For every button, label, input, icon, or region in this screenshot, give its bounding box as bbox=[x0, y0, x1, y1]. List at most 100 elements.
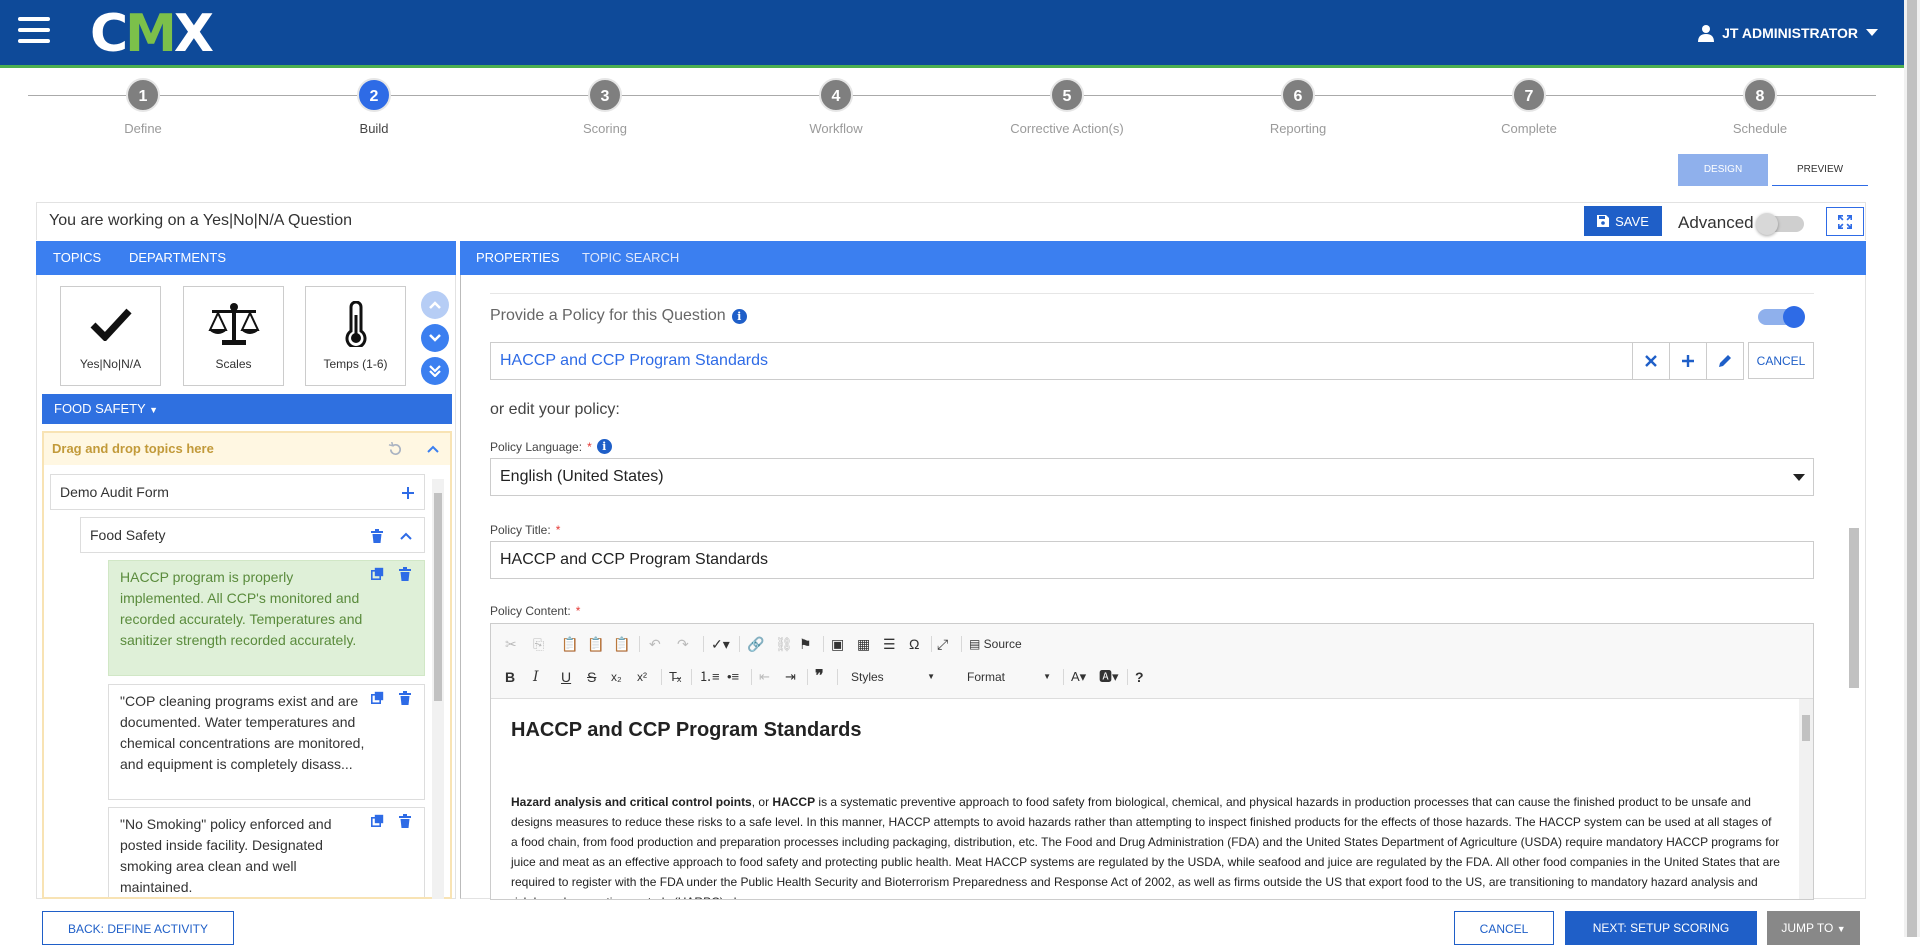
paste-icon[interactable]: 📋 bbox=[561, 634, 578, 654]
advanced-toggle[interactable] bbox=[1756, 213, 1804, 235]
unlink-icon[interactable]: ⛓ bbox=[775, 634, 793, 654]
format-dropdown[interactable]: Format ▼ bbox=[967, 667, 1057, 687]
policy-select-field[interactable]: HACCP and CCP Program Standards bbox=[490, 342, 1634, 380]
page-scrollbar[interactable] bbox=[1904, 0, 1920, 937]
topic-card-scales[interactable]: Scales bbox=[183, 286, 284, 386]
add-icon[interactable] bbox=[401, 486, 415, 500]
tree-section-node[interactable]: Food Safety bbox=[80, 517, 425, 553]
expand-icon[interactable] bbox=[1826, 207, 1864, 236]
subscript-icon[interactable]: x₂ bbox=[611, 667, 622, 687]
table-icon[interactable]: ▦ bbox=[857, 634, 870, 654]
preview-tab[interactable]: PREVIEW bbox=[1772, 154, 1868, 186]
anchor-flag-icon[interactable]: ⚑ bbox=[799, 634, 812, 654]
tab-departments[interactable]: DEPARTMENTS bbox=[129, 241, 226, 275]
outdent-icon[interactable]: ⇤ bbox=[759, 667, 770, 687]
italic-icon[interactable]: I bbox=[533, 667, 539, 687]
info-icon[interactable]: i bbox=[731, 308, 747, 324]
spellcheck-icon[interactable]: ✓▾ bbox=[711, 634, 730, 654]
help-icon[interactable]: ? bbox=[1135, 667, 1144, 687]
step-6[interactable]: 6 Reporting bbox=[1228, 78, 1368, 136]
trash-icon[interactable] bbox=[399, 567, 411, 581]
step-3[interactable]: 3 Scoring bbox=[535, 78, 675, 136]
tree-form-node[interactable]: Demo Audit Form bbox=[50, 474, 425, 510]
policy-toggle[interactable] bbox=[1758, 306, 1805, 328]
policy-cancel-button[interactable]: CANCEL bbox=[1748, 342, 1814, 379]
source-button[interactable]: ▤ Source bbox=[969, 634, 1022, 654]
step-2[interactable]: 2 Build bbox=[304, 78, 444, 136]
info-icon[interactable]: i bbox=[596, 439, 612, 454]
remove-format-icon[interactable]: T̶ₓ bbox=[669, 667, 681, 687]
cancel-button[interactable]: CANCEL bbox=[1454, 911, 1554, 945]
styles-dropdown[interactable]: Styles ▼ bbox=[851, 667, 941, 687]
cut-icon[interactable]: ✂ bbox=[505, 634, 517, 654]
undo-icon[interactable]: ↶ bbox=[649, 634, 661, 654]
special-char-icon[interactable]: Ω bbox=[909, 634, 919, 654]
trash-icon[interactable] bbox=[399, 691, 411, 705]
scroll-up-button[interactable] bbox=[421, 291, 449, 319]
maximize-icon[interactable]: ⤢ bbox=[937, 634, 948, 654]
blockquote-icon[interactable]: ❞ bbox=[815, 667, 824, 687]
step-7[interactable]: 7 Complete bbox=[1459, 78, 1599, 136]
question-item[interactable]: "COP cleaning programs exist and are doc… bbox=[108, 684, 425, 800]
jump-to-button[interactable]: JUMP TO ▼ bbox=[1767, 911, 1860, 945]
clear-policy-button[interactable] bbox=[1632, 342, 1670, 380]
underline-icon[interactable]: U bbox=[561, 667, 571, 687]
save-button[interactable]: SAVE bbox=[1584, 206, 1662, 236]
bold-icon[interactable]: B bbox=[505, 667, 515, 687]
bulleted-list-icon[interactable]: •≡ bbox=[727, 667, 739, 687]
chevron-up-icon[interactable] bbox=[427, 445, 439, 453]
add-policy-button[interactable] bbox=[1669, 342, 1707, 380]
scroll-bottom-button[interactable] bbox=[421, 357, 449, 385]
properties-scrollbar[interactable] bbox=[1846, 284, 1860, 898]
design-tab[interactable]: DESIGN bbox=[1678, 154, 1768, 186]
copy-icon[interactable] bbox=[371, 691, 384, 704]
back-button[interactable]: BACK: DEFINE ACTIVITY bbox=[42, 911, 234, 945]
paste-word-icon[interactable]: 📋 bbox=[613, 634, 630, 654]
copy-icon[interactable] bbox=[371, 567, 384, 580]
editor-content-area[interactable]: HACCP and CCP Program Standards Hazard a… bbox=[491, 698, 1813, 899]
language-select[interactable]: English (United States) bbox=[490, 458, 1814, 496]
category-dropdown[interactable]: FOOD SAFETY ▼ bbox=[42, 394, 452, 424]
undo-icon[interactable] bbox=[388, 442, 403, 457]
next-button[interactable]: NEXT: SETUP SCORING bbox=[1565, 911, 1757, 945]
hamburger-menu-icon[interactable] bbox=[18, 17, 50, 47]
copy-icon[interactable] bbox=[371, 814, 384, 827]
trash-icon[interactable] bbox=[371, 529, 383, 543]
text-color-icon[interactable]: A▾ bbox=[1071, 667, 1086, 687]
numbered-list-icon[interactable]: ⒈≡ bbox=[699, 667, 720, 687]
drop-zone[interactable]: Drag and drop topics here Demo Audit For… bbox=[42, 431, 452, 899]
copy-icon[interactable]: ⎘ bbox=[533, 634, 544, 654]
strikethrough-icon[interactable]: S bbox=[587, 667, 596, 687]
topic-card-temps[interactable]: Temps (1-6) bbox=[305, 286, 406, 386]
indent-icon[interactable]: ⇥ bbox=[785, 667, 796, 687]
rich-text-editor[interactable]: ✂ ⎘ 📋 📋 📋 ↶ ↷ ✓▾ 🔗 ⛓ ⚑ ▣ ▦ ☰ Ω ⤢ ▤ Sourc… bbox=[490, 623, 1814, 900]
trash-icon[interactable] bbox=[399, 814, 411, 828]
tab-topic-search[interactable]: TOPIC SEARCH bbox=[582, 241, 679, 275]
superscript-icon[interactable]: x² bbox=[637, 667, 647, 687]
step-4[interactable]: 4 Workflow bbox=[766, 78, 906, 136]
step-1[interactable]: 1 Define bbox=[73, 78, 213, 136]
caret-down-icon: ▼ bbox=[927, 672, 935, 681]
topic-card-yes-no-na[interactable]: Yes|No|N/A bbox=[60, 286, 161, 386]
drop-zone-scrollbar[interactable] bbox=[432, 479, 444, 899]
paste-text-icon[interactable]: 📋 bbox=[587, 634, 604, 654]
link-icon[interactable]: 🔗 bbox=[747, 634, 764, 654]
step-5[interactable]: 5 Corrective Action(s) bbox=[997, 78, 1137, 136]
cmx-logo[interactable]: CMX bbox=[90, 4, 214, 64]
right-tabs: PROPERTIES TOPIC SEARCH bbox=[460, 241, 1866, 275]
chevron-up-icon[interactable] bbox=[400, 532, 412, 540]
scroll-down-button[interactable] bbox=[421, 324, 449, 352]
question-item[interactable]: "No Smoking" policy enforced and posted … bbox=[108, 807, 425, 897]
question-item[interactable]: HACCP program is properly implemented. A… bbox=[108, 560, 425, 676]
edit-policy-button[interactable] bbox=[1706, 342, 1744, 380]
horizontal-line-icon[interactable]: ☰ bbox=[883, 634, 896, 654]
policy-title-input[interactable]: HACCP and CCP Program Standards bbox=[490, 541, 1814, 579]
redo-icon[interactable]: ↷ bbox=[677, 634, 689, 654]
editor-scrollbar[interactable] bbox=[1799, 699, 1813, 899]
tab-topics[interactable]: TOPICS bbox=[53, 241, 101, 275]
step-8[interactable]: 8 Schedule bbox=[1690, 78, 1830, 136]
background-color-icon[interactable]: 🅰▾ bbox=[1099, 667, 1119, 687]
user-menu[interactable]: JT ADMINISTRATOR bbox=[1698, 24, 1878, 42]
image-icon[interactable]: ▣ bbox=[831, 634, 844, 654]
tab-properties[interactable]: PROPERTIES bbox=[476, 241, 560, 275]
